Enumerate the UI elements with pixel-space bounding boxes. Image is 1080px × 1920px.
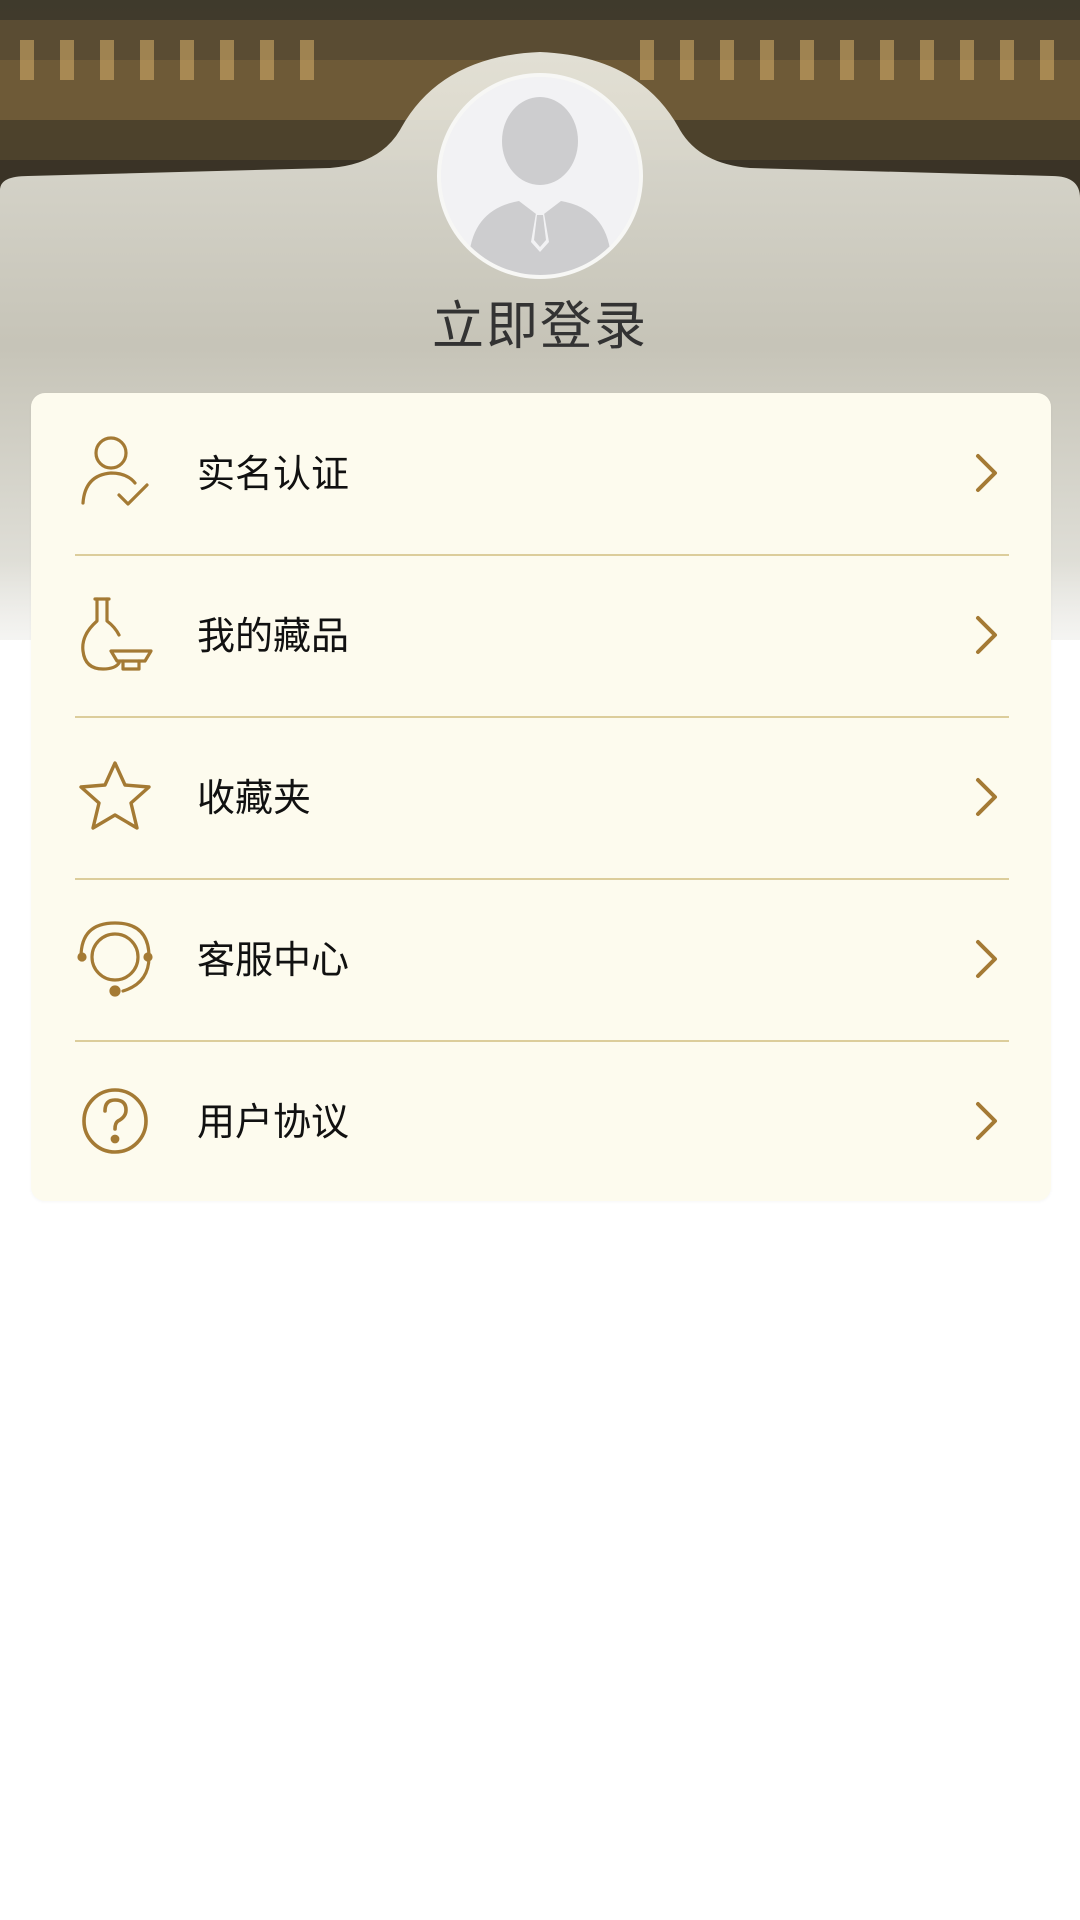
menu-item-user-agreement[interactable]: 用户协议 — [75, 1041, 1009, 1203]
menu-item-label: 客服中心 — [197, 938, 350, 982]
menu-card: 实名认证 我的藏品 收藏夹 客服中心 用户协议 — [31, 393, 1051, 1201]
star-icon — [75, 757, 155, 837]
menu-item-label: 收藏夹 — [197, 776, 312, 820]
chevron-right-icon — [961, 1097, 1009, 1145]
chevron-right-icon — [961, 611, 1009, 659]
menu-item-label: 我的藏品 — [197, 614, 350, 658]
menu-item-real-name-auth[interactable]: 实名认证 — [75, 393, 1009, 556]
menu-item-label: 用户协议 — [197, 1100, 350, 1144]
menu-item-my-collection[interactable]: 我的藏品 — [75, 555, 1009, 718]
user-check-icon — [75, 433, 155, 513]
menu-item-customer-service[interactable]: 客服中心 — [75, 879, 1009, 1042]
default-user-avatar-icon — [441, 77, 639, 275]
chevron-right-icon — [961, 773, 1009, 821]
headset-icon — [75, 919, 155, 999]
vase-icon — [75, 595, 155, 675]
menu-item-label: 实名认证 — [197, 452, 350, 496]
avatar[interactable] — [441, 77, 639, 275]
menu-item-favorites[interactable]: 收藏夹 — [75, 717, 1009, 880]
question-circle-icon — [75, 1081, 155, 1161]
chevron-right-icon — [961, 449, 1009, 497]
chevron-right-icon — [961, 935, 1009, 983]
login-link[interactable]: 立即登录 — [0, 292, 1080, 362]
